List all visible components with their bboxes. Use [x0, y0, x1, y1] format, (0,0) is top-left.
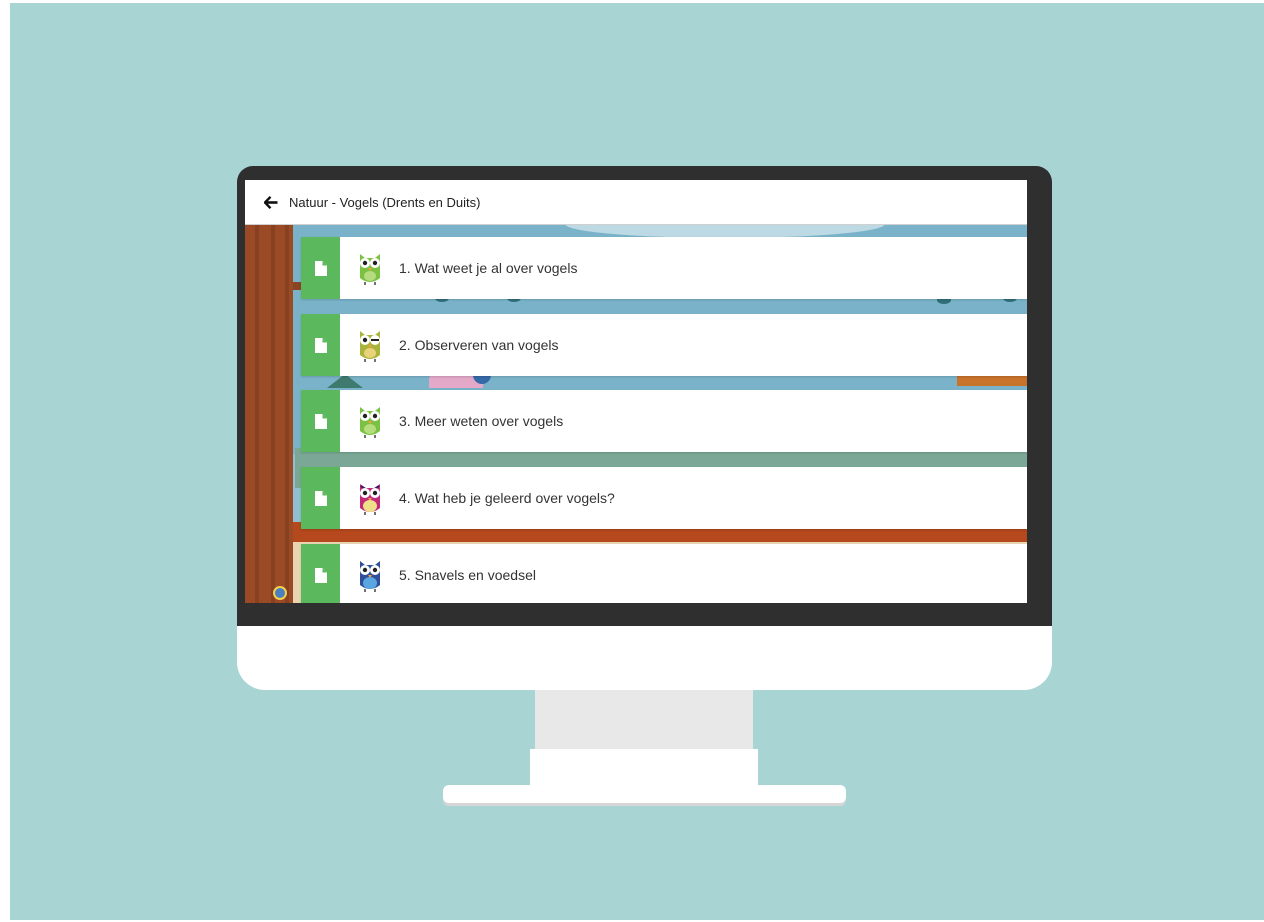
flower-icon	[273, 586, 287, 600]
monitor-screen: Natuur - Vogels (Drents en Duits) 1. Wat…	[245, 180, 1027, 603]
lesson-type-badge	[301, 467, 340, 529]
owl-pink-icon	[352, 478, 388, 518]
trunk-stripe	[285, 224, 289, 603]
lesson-type-badge	[301, 314, 340, 376]
scene-tree	[327, 374, 363, 388]
arrow-left-icon	[264, 195, 278, 209]
lesson-type-badge	[301, 390, 340, 452]
lesson-title: 5. Snavels en voedsel	[399, 567, 536, 583]
lesson-item-5[interactable]: 5. Snavels en voedsel	[301, 544, 1027, 603]
lesson-type-badge	[301, 544, 340, 603]
trunk-stripe	[271, 224, 275, 603]
lesson-item-4[interactable]: 4. Wat heb je geleerd over vogels?	[301, 467, 1027, 529]
document-icon	[314, 490, 327, 506]
scene-tree-trunk	[245, 224, 293, 603]
header-bar: Natuur - Vogels (Drents en Duits)	[245, 180, 1027, 224]
monitor-chin	[237, 626, 1052, 690]
lesson-item-1[interactable]: 1. Wat weet je al over vogels	[301, 237, 1027, 299]
owl-blue-icon	[352, 555, 388, 595]
owl-green-icon	[352, 248, 388, 288]
owl-olive-icon	[352, 325, 388, 365]
document-icon	[314, 413, 327, 429]
monitor-neck-lower	[530, 749, 758, 787]
owl-green-icon	[352, 401, 388, 441]
document-icon	[314, 567, 327, 583]
document-icon	[314, 337, 327, 353]
lesson-title: 3. Meer weten over vogels	[399, 413, 564, 429]
lesson-title: 2. Observeren van vogels	[399, 337, 559, 353]
back-button[interactable]	[261, 192, 281, 212]
lesson-type-badge	[301, 237, 340, 299]
document-icon	[314, 260, 327, 276]
trunk-stripe	[255, 224, 259, 603]
lesson-title: 4. Wat heb je geleerd over vogels?	[399, 490, 615, 506]
lesson-item-3[interactable]: 3. Meer weten over vogels	[301, 390, 1027, 452]
lesson-title: 1. Wat weet je al over vogels	[399, 260, 578, 276]
lesson-item-2[interactable]: 2. Observeren van vogels	[301, 314, 1027, 376]
monitor-base	[443, 785, 846, 803]
monitor-neck	[535, 690, 753, 750]
page-title: Natuur - Vogels (Drents en Duits)	[289, 194, 481, 210]
